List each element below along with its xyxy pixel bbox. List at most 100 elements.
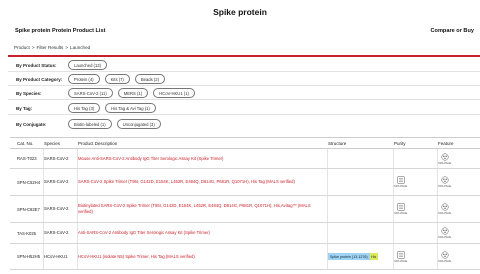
species-cell-text: SARS-CoV-2: [44, 155, 69, 161]
table-row[interactable]: RAS-T023 SARS-CoV-2 Mouse Anti-SARS-CoV-2 …: [10, 149, 480, 169]
table-row[interactable]: SPN-C52H4 SARS-CoV-2 SARS-CoV-2 Spike Trim…: [10, 169, 480, 196]
description-link-text[interactable]: SARS-CoV-2 Spike Trimer (T95I, G142D, E1…: [78, 179, 295, 185]
filter-chip[interactable]: HCoV-HKU1 (1): [153, 88, 195, 98]
structure-cell: [328, 196, 394, 222]
breadcrumb-launched: Launched: [70, 45, 91, 50]
feature-cell: SDS-PAGE: [438, 244, 480, 269]
description-link[interactable]: SARS-CoV-2 Spike Trimer (T95I, G142D, E1…: [78, 169, 328, 195]
sds-page-icon[interactable]: SDS-PAGE: [394, 176, 407, 188]
header-feature: Feature: [438, 140, 454, 146]
sds-page-icon[interactable]: SDS-PAGE: [394, 203, 407, 215]
description-link[interactable]: Biotinylated SARS-CoV-2 Spike Trimer (T9…: [78, 196, 328, 222]
header-species: Species: [44, 140, 61, 146]
filter-label: By Species:: [16, 90, 42, 96]
description-link-text[interactable]: Anti-SARS-CoV-2 Antibody IgG Titer Serol…: [78, 230, 210, 236]
header-divider: [8, 55, 480, 57]
filter-chip[interactable]: Protein (4): [68, 74, 100, 84]
species-cell: SARS-CoV-2: [44, 149, 78, 168]
table-row[interactable]: SPN-H52H5 HCoV-HKU1 HCoV-HKU1 (isolate N5)…: [10, 244, 480, 270]
species-cell: SARS-CoV-2: [44, 169, 78, 195]
species-cell-text: HCoV-HKU1: [44, 253, 68, 259]
filter-chip[interactable]: MERS (1): [117, 88, 149, 98]
feature-label: SDS-PAGE: [438, 259, 452, 263]
purity-cell: SDS-PAGE: [394, 244, 438, 269]
cat-no-cell-text: SPN-H52H5: [17, 254, 41, 259]
cat-no-cell-text: SPN-C82E7: [17, 206, 40, 212]
product-table: Cat. No. Species Product Description Str…: [10, 137, 480, 270]
table-header: Cat. No. Species Product Description Str…: [10, 138, 480, 149]
structure-diagram: Spike protein (13-1276) His: [328, 253, 378, 260]
feature-label: SDS-PAGE: [438, 236, 452, 239]
filter-chip[interactable]: His Tag & Avi Tag (1): [105, 103, 156, 113]
cat-no-cell: SPN-H52H5: [10, 244, 44, 269]
cat-no-cell: TAS-K025: [10, 223, 44, 243]
sds-page-label: SDS-PAGE: [394, 259, 408, 263]
structure-cell: [328, 169, 394, 195]
description-link[interactable]: Mouse Anti-SARS-CoV-2 Antibody IgG Titer…: [78, 149, 328, 168]
filter-label: By Tag:: [16, 105, 33, 111]
page-title: Spike protein: [213, 7, 267, 17]
feature-cell: SDS-PAGE: [438, 196, 480, 222]
species-cell: SARS-CoV-2: [44, 196, 78, 222]
molecule-icon[interactable]: SDS-PAGE: [438, 227, 451, 239]
species-cell-text: SARS-CoV-2: [44, 206, 69, 212]
breadcrumb-product[interactable]: Product: [14, 45, 30, 50]
molecule-icon[interactable]: SDS-PAGE: [438, 176, 451, 188]
description-link-text[interactable]: Biotinylated SARS-CoV-2 Spike Trimer (T9…: [78, 203, 319, 214]
description-link[interactable]: HCoV-HKU1 (isolate N5) Spike Trimer, His…: [78, 244, 328, 269]
feature-cell: SDS-PAGE: [438, 169, 480, 195]
feature-label: SDS-PAGE: [438, 212, 452, 215]
cat-no-cell: SPN-C82E7: [10, 196, 44, 222]
table-row[interactable]: SPN-C82E7 SARS-CoV-2 Biotinylated SARS-CoV…: [10, 196, 480, 223]
cat-no-cell: RAS-T023: [10, 149, 44, 168]
header-purity: Purity: [394, 140, 406, 146]
structure-cell: [328, 223, 394, 243]
feature-label: SDS-PAGE: [438, 161, 452, 165]
table-body: RAS-T023 SARS-CoV-2 Mouse Anti-SARS-CoV-2 …: [10, 149, 480, 270]
header-description: Product Description: [78, 140, 118, 146]
filter-row-conjugate: By Conjugate: Biotin-labeled (1) Unconju…: [16, 119, 166, 129]
species-cell-text: SARS-CoV-2: [44, 179, 69, 185]
filter-chip[interactable]: Kits (7): [104, 74, 130, 84]
sds-page-label: SDS-PAGE: [394, 212, 408, 215]
header-structure: Structure: [328, 140, 347, 146]
description-link-text[interactable]: HCoV-HKU1 (isolate N5) Spike Trimer, His…: [78, 254, 195, 260]
species-cell: HCoV-HKU1: [44, 244, 78, 269]
description-link-text[interactable]: Mouse Anti-SARS-CoV-2 Antibody IgG Titer…: [78, 156, 223, 162]
purity-cell: [394, 149, 438, 168]
header-cat-no: Cat. No.: [17, 140, 34, 146]
structure-cell: Spike protein (13-1276) His: [328, 244, 394, 269]
molecule-icon[interactable]: SDS-PAGE: [438, 251, 451, 263]
filter-divider: [8, 85, 480, 86]
table-row[interactable]: TAS-K025 SARS-CoV-2 Anti-SARS-CoV-2 Antibo…: [10, 223, 480, 244]
filter-row-category: By Product Category: Protein (4) Kits (7…: [16, 74, 170, 84]
breadcrumb-separator: >: [31, 45, 35, 50]
filter-chip[interactable]: His Tag (3): [68, 103, 101, 113]
product-list-title: Spike protein Protein Product List: [15, 28, 106, 34]
purity-cell: [394, 223, 438, 243]
feature-cell: SDS-PAGE: [438, 223, 480, 243]
filter-chip[interactable]: Unconjugated (3): [116, 119, 161, 129]
filter-chip[interactable]: Launched (13): [68, 60, 108, 70]
cat-no-cell: SPN-C52H4: [10, 169, 44, 195]
molecule-icon[interactable]: SDS-PAGE: [438, 203, 451, 215]
species-cell: SARS-CoV-2: [44, 223, 78, 243]
molecule-icon[interactable]: SDS-PAGE: [438, 153, 451, 165]
filter-label: By Conjugate:: [16, 121, 47, 127]
species-cell-text: SARS-CoV-2: [44, 230, 69, 236]
description-link[interactable]: Anti-SARS-CoV-2 Antibody IgG Titer Serol…: [78, 223, 328, 243]
compare-or-buy-link[interactable]: Compare or Buy: [430, 28, 474, 34]
filter-label: By Product Status:: [16, 62, 57, 68]
filter-row-status: By Product Status: Launched (13): [16, 60, 112, 70]
sds-page-icon[interactable]: SDS-PAGE: [394, 250, 408, 263]
sds-page-label: SDS-PAGE: [394, 185, 408, 188]
breadcrumb-separator: >: [65, 45, 69, 50]
breadcrumb-filter-results[interactable]: Filter Results: [37, 45, 64, 50]
filter-chip[interactable]: SARS-CoV-2 (11): [68, 88, 113, 98]
filter-chip[interactable]: Biotin-labeled (1): [68, 119, 112, 129]
filter-divider: [8, 114, 480, 115]
filter-label: By Product Category:: [16, 76, 63, 82]
filter-row-species: By Species: SARS-CoV-2 (11) MERS (1) HCo…: [16, 88, 200, 98]
filter-chip[interactable]: Beads (2): [134, 74, 165, 84]
cat-no-cell-text: SPN-C52H4: [17, 179, 41, 185]
